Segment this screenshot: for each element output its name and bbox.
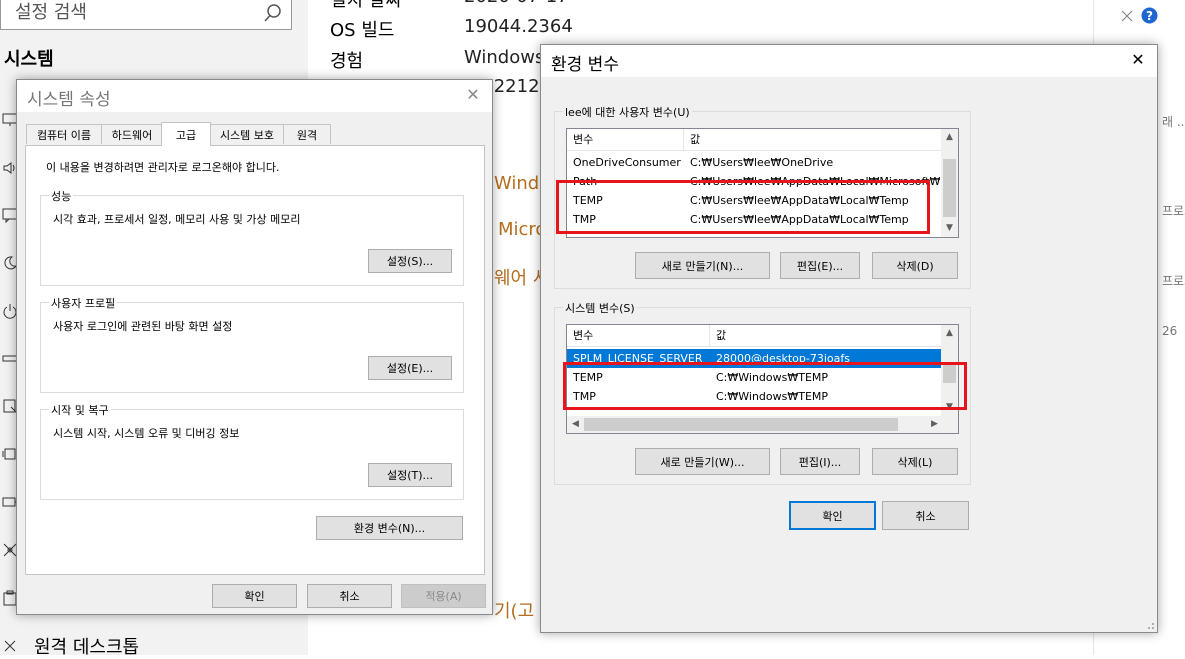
- list-header: 변수 값: [567, 129, 943, 151]
- link-advanced[interactable]: 기(고: [494, 597, 534, 623]
- info-value-os-build: 19044.2364: [464, 16, 573, 37]
- close-icon[interactable]: ✕: [1129, 51, 1147, 69]
- startup-recovery-label: 시작 및 복구: [49, 402, 111, 418]
- search-placeholder: 설정 검색: [15, 2, 87, 23]
- tab-remote[interactable]: 원격: [283, 124, 331, 144]
- startup-recovery-group: 시작 및 복구 시스템 시작, 시스템 오류 및 디버깅 정보 설정(T)...: [40, 402, 464, 500]
- scroll-up-icon[interactable]: ▲: [941, 129, 958, 146]
- search-icon: [264, 4, 281, 22]
- variable-value: C:₩Users₩lee₩OneDrive: [690, 156, 834, 169]
- startup-settings-button[interactable]: 설정(T)...: [368, 463, 452, 487]
- performance-label: 성능: [49, 188, 74, 204]
- search-input[interactable]: 설정 검색: [0, 0, 292, 30]
- info-label-os-build: OS 빌드: [330, 20, 395, 41]
- scroll-up-icon[interactable]: ▲: [941, 325, 958, 342]
- scroll-right-icon[interactable]: ▶: [926, 416, 943, 433]
- advanced-tab-panel: 이 내용을 변경하려면 관리자로 로그온해야 합니다. 성능 시각 효과, 프로…: [25, 145, 485, 575]
- tab-system-protection[interactable]: 시스템 보호: [210, 124, 284, 144]
- system-delete-button[interactable]: 삭제(L): [872, 448, 958, 475]
- dialog-title: 시스템 속성: [27, 90, 111, 110]
- user-profile-desc: 사용자 로그인에 관련된 바탕 화면 설정: [53, 320, 233, 333]
- scroll-left-icon[interactable]: ◀: [567, 416, 584, 433]
- cancel-button[interactable]: 취소: [882, 501, 969, 530]
- user-profile-settings-button[interactable]: 설정(E)...: [368, 356, 452, 380]
- column-header-value[interactable]: 값: [710, 325, 943, 347]
- vertical-scrollbar[interactable]: ▲ ▼: [941, 129, 958, 237]
- horizontal-scrollbar[interactable]: ◀ ▶: [567, 416, 958, 433]
- user-variables-label: lee에 대한 사용자 변수(U): [563, 104, 692, 120]
- list-header: 변수 값: [567, 325, 943, 347]
- help-icon[interactable]: ?: [1141, 7, 1158, 24]
- related-fragment: 래 ...: [1162, 115, 1185, 129]
- resize-grip-icon[interactable]: [1145, 620, 1155, 630]
- user-new-button[interactable]: 새로 만들기(N)...: [635, 252, 770, 279]
- svg-text:?: ?: [1146, 9, 1153, 23]
- scrollbar-thumb[interactable]: [584, 418, 898, 431]
- performance-desc: 시각 효과, 프로세서 일정, 메모리 사용 및 가상 메모리: [53, 213, 301, 226]
- user-edit-button[interactable]: 편집(E)...: [780, 252, 860, 279]
- tab-computer-name[interactable]: 컴퓨터 이름: [26, 124, 102, 144]
- highlight-box-system-temp: [563, 362, 967, 410]
- performance-group: 성능 시각 효과, 프로세서 일정, 메모리 사용 및 가상 메모리 설정(S)…: [40, 188, 464, 286]
- scroll-down-icon[interactable]: ▼: [941, 220, 958, 237]
- startup-recovery-desc: 시스템 시작, 시스템 오류 및 디버깅 정보: [53, 427, 240, 440]
- scrollbar-thumb[interactable]: [943, 159, 956, 217]
- ok-button[interactable]: 확인: [212, 584, 297, 608]
- tab-hardware[interactable]: 하드웨어: [101, 124, 163, 144]
- sidebar-heading: 시스템: [4, 49, 54, 70]
- dialog-title: 환경 변수: [551, 55, 619, 75]
- list-item[interactable]: OneDriveConsumer C:₩Users₩lee₩OneDrive: [567, 153, 943, 172]
- column-header-variable[interactable]: 변수: [567, 129, 684, 151]
- environment-variables-button[interactable]: 환경 변수(N)...: [316, 516, 463, 540]
- system-properties-titlebar[interactable]: 시스템 속성 ✕: [17, 80, 492, 112]
- info-value-experience: Windows: [464, 47, 545, 68]
- column-header-value[interactable]: 값: [684, 129, 943, 151]
- info-value-version: .2212: [488, 76, 540, 97]
- column-header-variable[interactable]: 변수: [567, 325, 710, 347]
- related-fragment: 26: [1162, 324, 1178, 338]
- cancel-button[interactable]: 취소: [307, 584, 392, 608]
- close-small-icon[interactable]: [1119, 8, 1135, 24]
- user-profile-group: 사용자 프로필 사용자 로그인에 관련된 바탕 화면 설정 설정(E)...: [40, 295, 464, 393]
- user-profile-label: 사용자 프로필: [49, 295, 118, 311]
- system-properties-dialog: 시스템 속성 ✕ 컴퓨터 이름 하드웨어 고급 시스템 보호 원격 이 내용을 …: [16, 79, 493, 615]
- environment-variables-dialog: 환경 변수 ✕ lee에 대한 사용자 변수(U) 변수 값 OneDriveC…: [540, 44, 1158, 633]
- info-label-experience: 경험: [330, 51, 364, 72]
- remote-desktop-icon[interactable]: [2, 638, 18, 654]
- user-delete-button[interactable]: 삭제(D): [872, 252, 958, 279]
- tab-advanced[interactable]: 고급: [161, 122, 211, 146]
- variable-name: OneDriveConsumer: [573, 156, 681, 169]
- highlight-box-user-temp: [556, 180, 930, 234]
- link-windows[interactable]: Wind: [494, 173, 539, 194]
- system-edit-button[interactable]: 편집(I)...: [780, 448, 860, 475]
- related-fragment: 프로그: [1162, 204, 1185, 218]
- system-new-button[interactable]: 새로 만들기(W)...: [635, 448, 770, 475]
- performance-settings-button[interactable]: 설정(S)...: [368, 249, 452, 273]
- apply-button[interactable]: 적용(A): [401, 584, 486, 608]
- environment-variables-titlebar[interactable]: 환경 변수 ✕: [541, 45, 1157, 77]
- sidebar-item-remote-desktop[interactable]: 원격 데스크톱: [34, 633, 139, 659]
- info-label-clipped: 설치 날짜: [330, 0, 402, 11]
- info-value-clipped: 2020-07-17: [464, 0, 569, 7]
- admin-note: 이 내용을 변경하려면 관리자로 로그온해야 합니다.: [46, 161, 280, 174]
- related-fragment: 프로그: [1162, 274, 1185, 288]
- ok-button[interactable]: 확인: [789, 501, 876, 530]
- close-icon[interactable]: ✕: [464, 86, 482, 104]
- system-variables-label: 시스템 변수(S): [563, 300, 637, 316]
